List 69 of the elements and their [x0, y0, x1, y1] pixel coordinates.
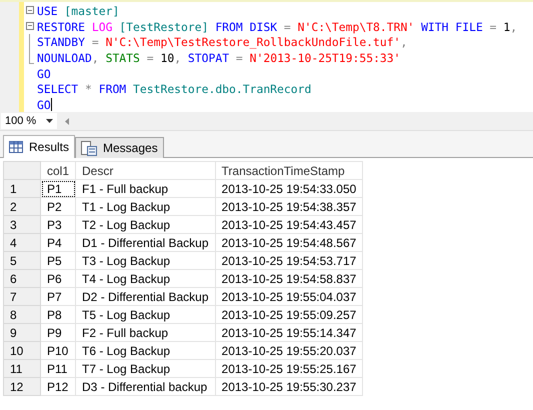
column-header[interactable]: Descr [76, 162, 216, 180]
table-cell: P3 [40, 216, 76, 234]
code-line: STANDBY = N'C:\Temp\TestRestore_RollbackUndoFile.tuf', [37, 35, 408, 50]
table-cell: P6 [40, 270, 76, 288]
column-header[interactable]: col1 [40, 162, 76, 180]
document-icon [81, 140, 98, 156]
table-cell: T7 - Log Backup [76, 360, 216, 378]
table-cell: P12 [40, 378, 76, 396]
row-number[interactable]: 9 [4, 324, 40, 342]
table-cell: P11 [40, 360, 76, 378]
table-cell: 2013-10-25 19:55:09.257 [215, 306, 363, 324]
row-number[interactable]: 12 [4, 378, 40, 396]
table-cell: 2013-10-25 19:55:30.237 [215, 378, 363, 396]
row-number[interactable]: 6 [4, 270, 40, 288]
table-cell: P4 [40, 234, 76, 252]
table-cell: 2013-10-25 19:54:53.717 [215, 252, 363, 270]
row-number[interactable]: 10 [4, 342, 40, 360]
table-cell: P9 [40, 324, 76, 342]
column-header[interactable]: TransactionTimeStamp [215, 162, 363, 180]
results-tab[interactable]: Results [3, 135, 76, 158]
row-number[interactable]: 5 [4, 252, 40, 270]
table-cell: T4 - Log Backup [76, 270, 216, 288]
row-number[interactable]: 11 [4, 360, 40, 378]
corner-header [4, 162, 40, 180]
table-cell: D2 - Differential Backup [76, 288, 216, 306]
code-line: SELECT * FROM TestRestore.dbo.TranRecord [37, 82, 312, 96]
row-number[interactable]: 1 [4, 180, 40, 198]
table-cell: 2013-10-25 19:55:25.167 [215, 360, 363, 378]
table-cell: T2 - Log Backup [76, 216, 216, 234]
table-cell: 2013-10-25 19:54:43.457 [215, 216, 363, 234]
table-cell: 2013-10-25 19:55:04.037 [215, 288, 363, 306]
table-cell: P10 [40, 342, 76, 360]
table-cell: T1 - Log Backup [76, 198, 216, 216]
grid-icon [9, 141, 23, 153]
table-cell: P1 [40, 180, 76, 198]
table-cell: 2013-10-25 19:54:38.357 [215, 198, 363, 216]
table-cell: 2013-10-25 19:55:20.037 [215, 342, 363, 360]
zoom-dropdown[interactable]: 100 % [1, 113, 57, 129]
table-cell: 2013-10-25 19:54:33.050 [215, 180, 363, 198]
code-line: USE [master] [37, 4, 120, 18]
table-cell: P5 [40, 252, 76, 270]
table-cell: F1 - Full backup [76, 180, 216, 198]
table-cell: T5 - Log Backup [76, 306, 216, 324]
table-cell: 2013-10-25 19:54:58.837 [215, 270, 363, 288]
table-cell: P8 [40, 306, 76, 324]
table-cell: P2 [40, 198, 76, 216]
table-cell: D3 - Differential backup [76, 378, 216, 396]
results-tab[interactable]: Messages [75, 137, 164, 158]
row-number[interactable]: 4 [4, 234, 40, 252]
row-number[interactable]: 7 [4, 288, 40, 306]
table-cell: T6 - Log Backup [76, 342, 216, 360]
collapse-icon[interactable] [26, 22, 34, 30]
row-number[interactable]: 2 [4, 198, 40, 216]
text-cursor [50, 98, 52, 112]
row-number[interactable]: 8 [4, 306, 40, 324]
collapse-icon[interactable] [26, 6, 34, 14]
table-cell: 2013-10-25 19:55:14.347 [215, 324, 363, 342]
table-cell: F2 - Full backup [76, 324, 216, 342]
table-cell: 2013-10-25 19:54:48.567 [215, 234, 363, 252]
code-line: RESTORE LOG [TestRestore] FROM DISK = N'C:\Temp\T8.TRN' WITH FILE = 1, [37, 20, 518, 34]
code-line: GO [37, 66, 51, 81]
table-cell: T3 - Log Backup [76, 252, 216, 270]
row-number[interactable]: 3 [4, 216, 40, 234]
scroll-left-icon[interactable] [65, 118, 69, 124]
dropdown-arrow-icon [46, 119, 53, 123]
table-cell: P7 [40, 288, 76, 306]
code-line: NOUNLOAD, STATS = 10, STOPAT = N'2013-10-25T19:55:33' [37, 50, 401, 65]
code-line: GO [37, 98, 51, 112]
table-cell: D1 - Differential Backup [76, 234, 216, 252]
